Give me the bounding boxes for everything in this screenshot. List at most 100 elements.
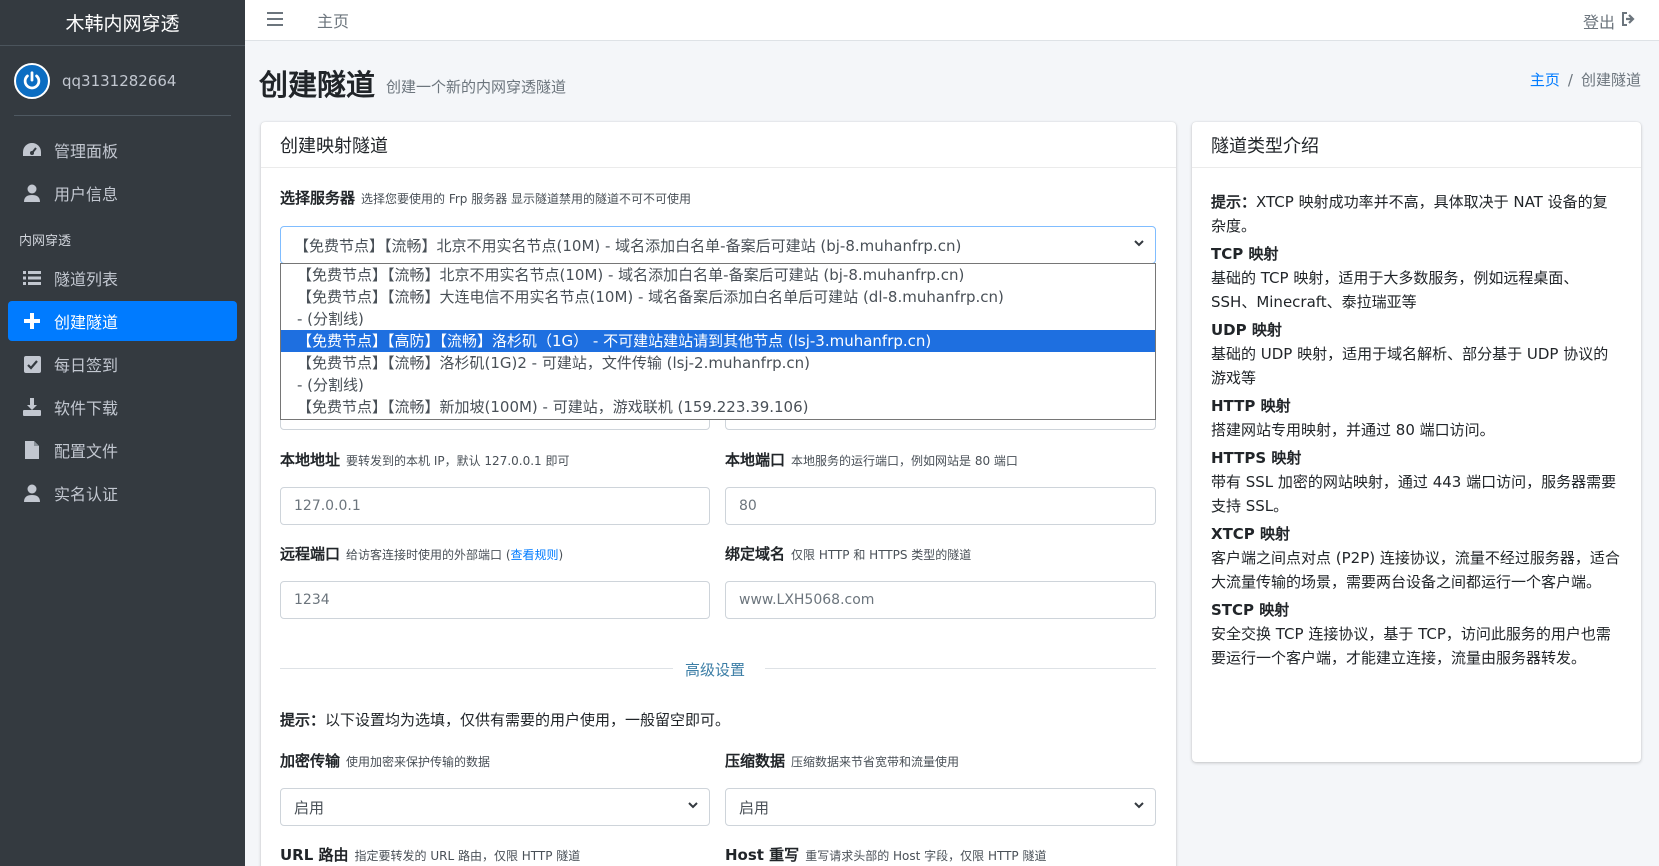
server-option-divider[interactable]: - (分割线) (281, 308, 1155, 330)
local-port-hint: 本地服务的运行端口，例如网站是 80 端口 (791, 454, 1018, 468)
remote-port-placeholder: 1234 (294, 592, 330, 608)
sidebar-item-label: 隧道列表 (54, 270, 119, 289)
plus-icon (20, 311, 44, 331)
sidebar-item-config-file[interactable]: 配置文件 (8, 430, 237, 470)
local-ip-input[interactable]: 127.0.0.1 (280, 487, 710, 525)
sidebar: 木韩内网穿透 qq3131282664 管理面板 用户信息 内网穿透 隧道列表 (0, 0, 245, 866)
url-route-label-group: URL 路由 指定要转发的 URL 路由，仅限 HTTP 隧道 (280, 844, 580, 865)
url-route-hint: 指定要转发的 URL 路由，仅限 HTTP 隧道 (354, 849, 581, 863)
sidebar-item-dashboard[interactable]: 管理面板 (8, 130, 237, 170)
avatar[interactable] (14, 62, 50, 99)
local-ip-label: 本地地址 (280, 451, 341, 469)
server-options-list: 【免费节点】【流畅】北京不用实名节点(10M) - 域名添加白名单-备案后可建站… (280, 263, 1156, 420)
sidebar-item-tunnel-list[interactable]: 隧道列表 (8, 258, 237, 298)
host-rewrite-hint: 重写请求头部的 Host 字段，仅限 HTTP 隧道 (805, 849, 1047, 863)
chevron-down-icon (688, 802, 698, 809)
logout-button[interactable]: 登出 (1583, 0, 1637, 41)
advanced-settings-title: 高级设置 (685, 661, 746, 679)
local-port-input[interactable]: 80 (725, 487, 1156, 525)
type-heading: STCP 映射 (1211, 601, 1290, 619)
top-navbar: 主页 登出 (245, 0, 1659, 41)
card-title: 隧道类型介绍 (1192, 122, 1641, 168)
nav-section-header: 内网穿透 (19, 234, 72, 249)
type-heading: UDP 映射 (1211, 321, 1282, 339)
sidebar-item-daily-checkin[interactable]: 每日签到 (8, 344, 237, 384)
sidebar-item-create-tunnel[interactable]: 创建隧道 (8, 301, 237, 341)
local-ip-label-group: 本地地址 要转发到的本机 IP，默认 127.0.0.1 即可 (280, 449, 570, 470)
power-icon (23, 70, 41, 89)
remote-port-label-group: 远程端口 给访客连接时使用的外部端口 (查看规则) (280, 543, 563, 564)
host-rewrite-label: Host 重写 (725, 846, 800, 864)
compress-select[interactable]: 启用 (725, 788, 1156, 826)
type-description: 基础的 UDP 映射，适用于域名解析、部分基于 UDP 协议的游戏等 (1211, 345, 1609, 387)
server-option[interactable]: 【免费节点】【流畅】大连电信不用实名节点(10M) - 域名备案后添加白名单后可… (281, 286, 1155, 308)
chevron-down-icon (1134, 802, 1144, 809)
local-port-label-group: 本地端口 本地服务的运行端口，例如网站是 80 端口 (725, 449, 1018, 470)
local-ip-hint: 要转发到的本机 IP，默认 127.0.0.1 即可 (346, 454, 570, 468)
tunnel-types-body: 提示：XTCP 映射成功率并不高，具体取决于 NAT 设备的复杂度。 TCP 映… (1192, 168, 1641, 686)
username[interactable]: qq3131282664 (62, 72, 176, 90)
remote-port-hint: 给访客连接时使用的外部端口 (查看规则) (346, 548, 564, 562)
sidebar-item-label: 创建隧道 (54, 313, 119, 332)
domain-input[interactable]: www.LXH5068.com (725, 581, 1156, 619)
encrypt-select[interactable]: 启用 (280, 788, 710, 826)
encrypt-hint: 使用加密来保护传输的数据 (346, 755, 491, 769)
type-description: 安全交换 TCP 连接协议，基于 TCP，访问此服务的用户也需要运行一个客户端，… (1211, 625, 1611, 667)
breadcrumb: 主页 / 创建隧道 (1530, 69, 1641, 90)
advanced-tip: 提示：以下设置均为选填，仅供有需要的用户使用，一般留空即可。 (280, 709, 730, 730)
server-label-group: 选择服务器 选择您要使用的 Frp 服务器 显示隧道禁用的隧道不可不可使用 (280, 187, 691, 208)
compress-label: 压缩数据 (725, 752, 786, 770)
page-title: 创建隧道 (259, 68, 376, 102)
breadcrumb-current: 创建隧道 (1580, 71, 1641, 89)
type-description: 基础的 TCP 映射，适用于大多数服务，例如远程桌面、SSH、Minecraft… (1211, 269, 1579, 311)
remote-port-input[interactable]: 1234 (280, 581, 710, 619)
sidebar-item-label: 软件下载 (54, 399, 119, 418)
server-select[interactable]: 【免费节点】【流畅】北京不用实名节点(10M) - 域名添加白名单-备案后可建站… (280, 226, 1156, 264)
tunnel-types-card: 隧道类型介绍 提示：XTCP 映射成功率并不高，具体取决于 NAT 设备的复杂度… (1192, 122, 1641, 762)
compress-hint: 压缩数据来节省宽带和流量使用 (791, 755, 960, 769)
brand-title[interactable]: 木韩内网穿透 (0, 0, 245, 46)
logout-label: 登出 (1582, 12, 1615, 32)
top-home-link[interactable]: 主页 (317, 8, 349, 32)
sidebar-item-software-download[interactable]: 软件下载 (8, 387, 237, 427)
sidebar-item-user-info[interactable]: 用户信息 (8, 173, 237, 213)
advanced-divider-right (765, 668, 1156, 669)
server-option[interactable]: 【免费节点】【流畅】北京不用实名节点(10M) - 域名添加白名单-备案后可建站… (281, 264, 1155, 286)
user-panel: qq3131282664 (14, 46, 231, 116)
sidebar-item-label: 实名认证 (54, 485, 119, 504)
local-ip-placeholder: 127.0.0.1 (294, 498, 361, 514)
file-icon (20, 440, 44, 460)
page-subtitle: 创建一个新的内网穿透隧道 (386, 78, 567, 96)
breadcrumb-separator: / (1567, 71, 1573, 89)
user-icon (20, 183, 44, 203)
url-route-label: URL 路由 (280, 846, 349, 864)
compress-label-group: 压缩数据 压缩数据来节省宽带和流量使用 (725, 750, 959, 771)
sign-out-icon (1621, 11, 1637, 30)
server-option-selected[interactable]: 【免费节点】【高防】【流畅】洛杉矶（1G） - 不可建站建站请到其他节点 (ls… (281, 330, 1155, 352)
dashboard-icon (20, 140, 44, 160)
user-icon (20, 483, 44, 503)
server-option[interactable]: 【免费节点】【流畅】新加坡(100M) - 可建站，游戏联机 (159.223.… (281, 396, 1155, 418)
compress-value: 启用 (739, 798, 770, 817)
type-description: 搭建网站专用映射，并通过 80 端口访问。 (1211, 421, 1495, 439)
chevron-down-icon (1134, 240, 1144, 247)
sidebar-nav: 管理面板 用户信息 内网穿透 隧道列表 创建隧道 每日签到 软件下载 配置文件 … (0, 130, 245, 513)
advanced-tip-label: 提示： (280, 711, 326, 729)
local-port-placeholder: 80 (739, 498, 757, 514)
view-rules-link[interactable]: 查看规则 (511, 548, 559, 562)
download-icon (20, 397, 44, 417)
encrypt-value: 启用 (294, 798, 325, 817)
type-heading: TCP 映射 (1211, 245, 1279, 263)
server-option-divider[interactable]: - (分割线) (281, 374, 1155, 396)
encrypt-label-group: 加密传输 使用加密来保护传输的数据 (280, 750, 490, 771)
menu-icon[interactable] (267, 10, 285, 31)
info-tip: 提示：XTCP 映射成功率并不高，具体取决于 NAT 设备的复杂度。 (1211, 193, 1608, 235)
domain-label: 绑定域名 (725, 545, 786, 563)
advanced-divider-left (280, 668, 673, 669)
server-option[interactable]: 【免费节点】【流畅】洛杉矶(1G)2 - 可建站，文件传输 (lsj-2.muh… (281, 352, 1155, 374)
breadcrumb-home[interactable]: 主页 (1530, 71, 1560, 89)
type-description: 客户端之间点对点 (P2P) 连接协议，流量不经过服务器，适合大流量传输的场景，… (1211, 549, 1620, 591)
domain-placeholder: www.LXH5068.com (739, 592, 875, 608)
sidebar-item-real-name-auth[interactable]: 实名认证 (8, 473, 237, 513)
encrypt-label: 加密传输 (280, 752, 341, 770)
